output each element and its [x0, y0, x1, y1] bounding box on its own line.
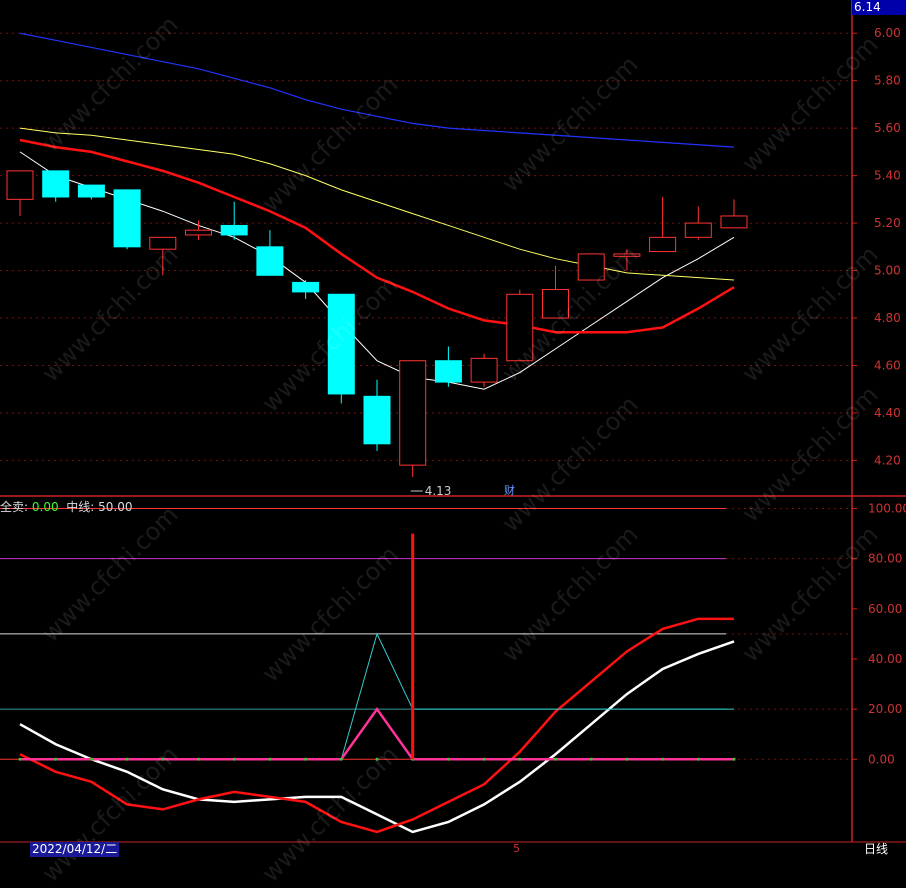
cursor-date: 2022/04/12/二 — [30, 842, 120, 857]
price-tick-label: 5.80 — [874, 74, 901, 88]
candle-body — [363, 395, 391, 445]
zero-line-dot — [304, 757, 308, 761]
candle-body — [113, 189, 141, 248]
indicator-tick-label: 80.00 — [868, 552, 902, 566]
candle-body — [256, 246, 284, 276]
price-tick-label: 5.20 — [874, 216, 901, 230]
indicator-tick-label: 0.00 — [868, 752, 895, 766]
mid-label: 中线: — [66, 500, 95, 514]
candle — [113, 189, 141, 250]
price-tick-label: 5.40 — [874, 169, 901, 183]
zero-line-dot — [554, 757, 557, 761]
candle-body — [6, 170, 34, 200]
mid-value: 50.00 — [98, 500, 133, 514]
candle — [434, 346, 462, 387]
price-tick-label: 4.80 — [874, 311, 901, 325]
candle — [42, 170, 70, 202]
zero-line-dot — [197, 757, 200, 761]
zero-line-dot — [232, 757, 236, 761]
candle — [363, 379, 391, 451]
zero-line-dot — [696, 757, 700, 761]
zero-line-dot — [732, 757, 736, 761]
indicator-tick-label: 100.00 — [868, 502, 906, 516]
sell-label: 全卖: — [0, 500, 29, 514]
zero-line-dot — [339, 757, 343, 761]
price-tick-label: 6.00 — [874, 26, 901, 40]
candle — [684, 206, 712, 240]
candle-body — [720, 215, 748, 229]
price-tick-label: 4.60 — [874, 358, 901, 372]
candle-body — [399, 360, 427, 466]
candle-body — [292, 281, 320, 293]
zero-line-dot — [518, 757, 522, 761]
indicator-tick-label: 60.00 — [868, 602, 902, 616]
candle-body — [434, 360, 462, 383]
price-tick-label: 4.20 — [874, 453, 901, 467]
zero-line-dot — [661, 757, 665, 761]
low-annotation-text: 4.13 — [425, 484, 452, 498]
zero-line-dot — [482, 757, 486, 761]
candle-body — [42, 170, 70, 198]
candle-body — [684, 222, 712, 238]
zero-line-dot — [89, 757, 93, 761]
candle — [399, 360, 427, 478]
zero-line-dot — [18, 757, 22, 761]
candle — [6, 170, 34, 216]
candle — [292, 280, 320, 300]
period-selector[interactable]: 日线 — [864, 842, 888, 857]
candle-body — [77, 184, 105, 198]
indicator-info: 全卖: 0.00 中线: 50.00 — [0, 498, 132, 515]
indicator-tick-label: 20.00 — [868, 702, 902, 716]
candle — [470, 353, 498, 387]
candle-body — [470, 357, 498, 383]
zero-line-dot — [54, 757, 58, 761]
candle — [220, 201, 248, 240]
candle-body — [185, 229, 212, 236]
zero-line-dot — [446, 757, 450, 761]
top-price-label: 6.14 — [852, 0, 906, 15]
finance-marker-icon[interactable]: 财 — [504, 482, 515, 498]
candle-body — [649, 236, 677, 253]
candle — [720, 199, 748, 229]
zero-line-dot — [268, 757, 272, 761]
price-tick-label: 4.40 — [874, 406, 901, 420]
zero-line-dot — [625, 757, 629, 761]
candle — [77, 184, 105, 200]
month-marker: 5 — [513, 842, 520, 855]
price-tick-label: 5.60 — [874, 121, 901, 135]
candle — [649, 196, 677, 253]
zero-line-dot — [589, 757, 593, 761]
zero-line-dot — [125, 757, 129, 761]
candle-body — [220, 224, 248, 236]
indicator-tick-label: 40.00 — [868, 652, 902, 666]
candle — [256, 230, 284, 276]
candle — [185, 220, 212, 240]
sell-value: 0.00 — [31, 500, 59, 514]
